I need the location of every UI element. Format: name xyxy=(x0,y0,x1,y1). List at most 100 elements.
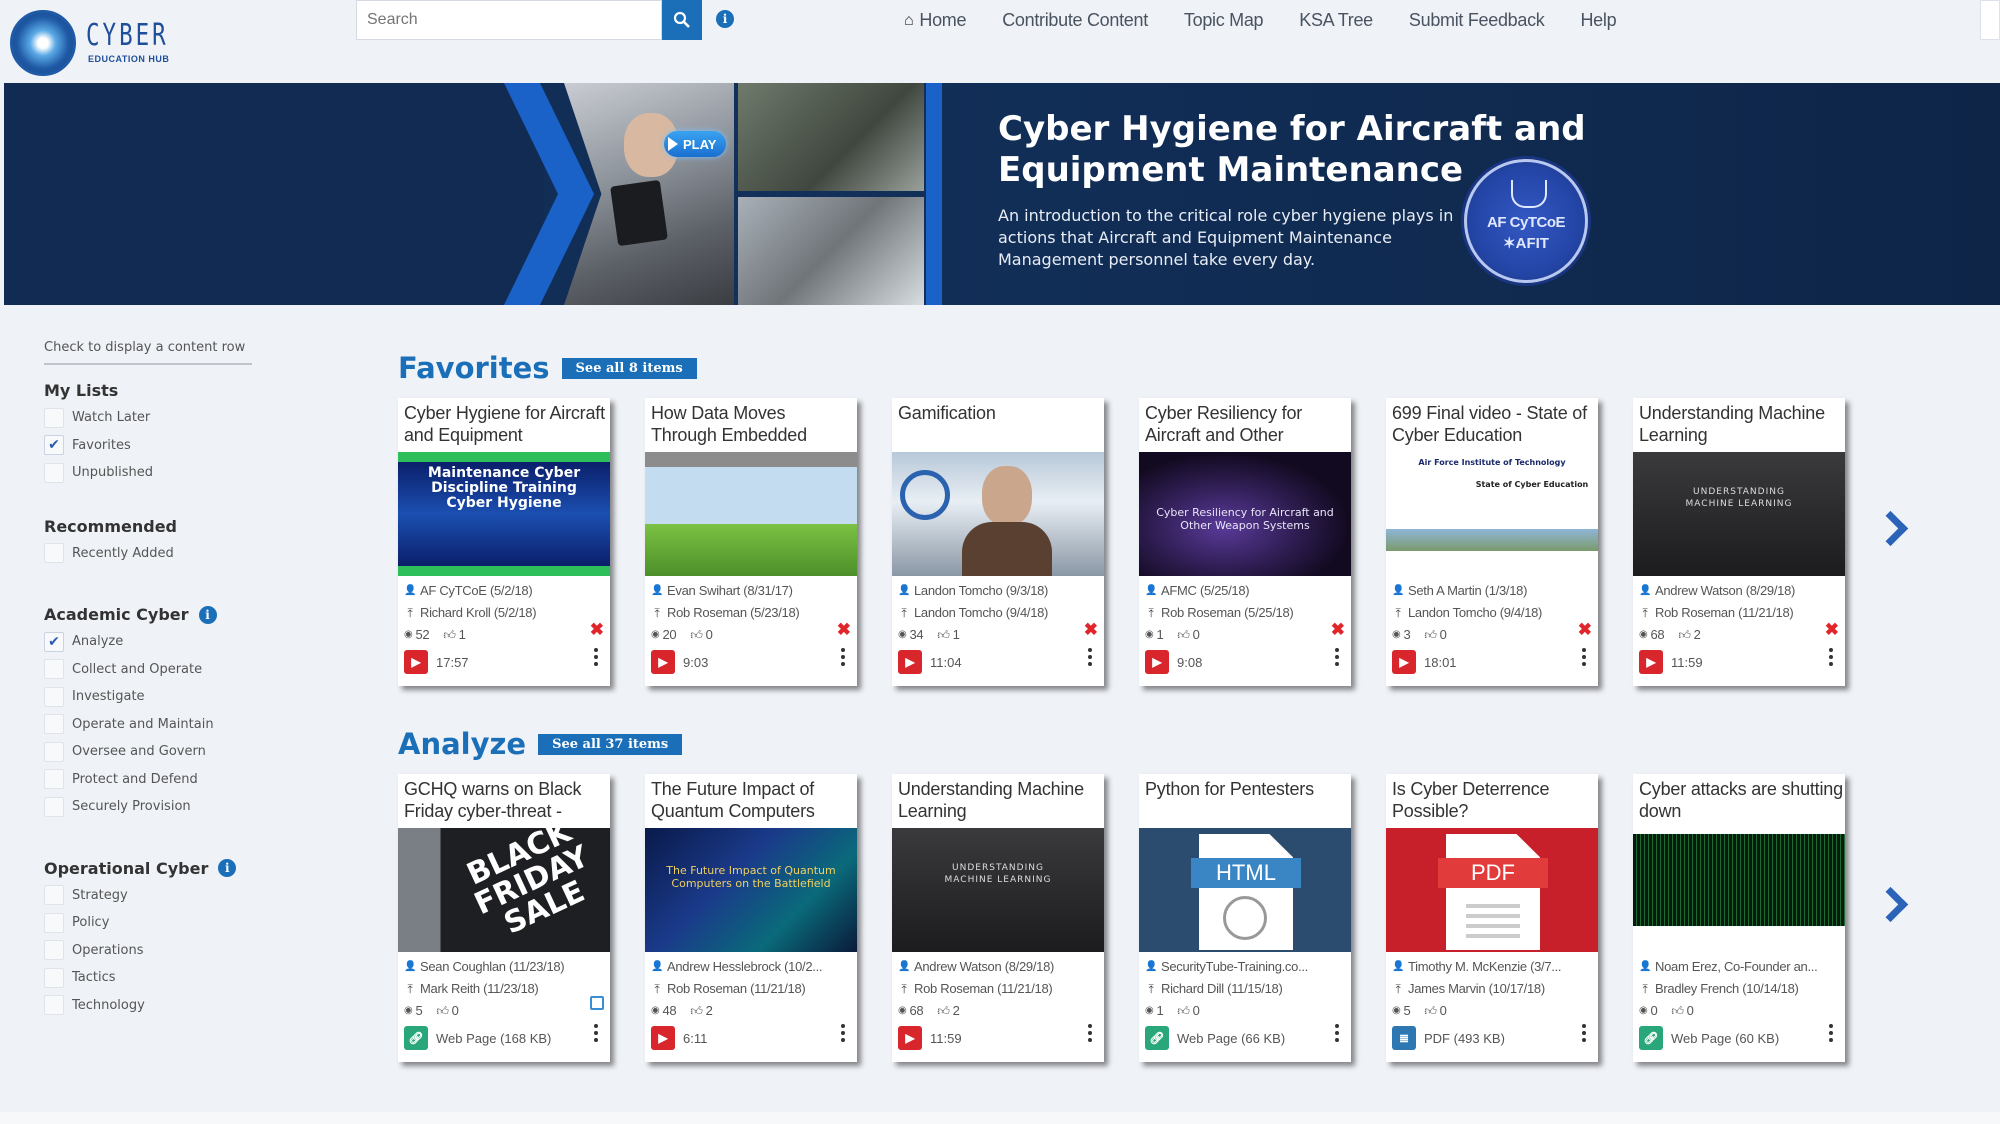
more-options-icon[interactable] xyxy=(841,648,845,666)
card-title[interactable]: Cyber Hygiene for Aircraft and Equipment xyxy=(404,402,608,446)
likes-stat[interactable]: 👍︎ 2 xyxy=(937,1000,959,1022)
more-options-icon[interactable] xyxy=(594,1024,598,1042)
checkbox-technology[interactable] xyxy=(44,995,64,1016)
checkbox-policy[interactable] xyxy=(44,912,64,933)
card-title[interactable]: GCHQ warns on Black Friday cyber-threat … xyxy=(404,778,608,822)
next-arrow-icon[interactable] xyxy=(1878,886,1904,926)
search-button[interactable] xyxy=(662,0,702,40)
content-card[interactable]: 699 Final video - State of Cyber Educati… xyxy=(1386,398,1598,686)
checkbox-oversee-and-govern[interactable] xyxy=(44,741,64,762)
likes-stat[interactable]: 👍︎ 2 xyxy=(690,1000,712,1022)
card-title[interactable]: Cyber attacks are shutting down xyxy=(1639,778,1843,822)
filter-strategy[interactable]: Strategy xyxy=(44,882,264,910)
filter-securely-provision[interactable]: Securely Provision xyxy=(44,793,264,821)
checkbox-protect-and-defend[interactable] xyxy=(44,769,64,790)
likes-stat[interactable]: 👍︎ 1 xyxy=(443,624,465,646)
card-title[interactable]: Cyber Resiliency for Aircraft and Other xyxy=(1145,402,1349,446)
content-card[interactable]: Gamification 👤 Landon Tomcho (9/3/18) ⤒ Land… xyxy=(892,398,1104,686)
filter-unpublished[interactable]: Unpublished xyxy=(44,459,264,487)
nav-submit-feedback[interactable]: Submit Feedback xyxy=(1409,10,1545,31)
banner-play-button[interactable]: PLAY xyxy=(664,131,727,157)
checkbox-strategy[interactable] xyxy=(44,885,64,906)
checkbox-investigate[interactable] xyxy=(44,686,64,707)
more-options-icon[interactable] xyxy=(841,1024,845,1042)
checkbox-tactics[interactable] xyxy=(44,967,64,988)
checkbox-recently-added[interactable] xyxy=(44,543,64,564)
search-input[interactable] xyxy=(356,0,662,40)
next-arrow-icon[interactable] xyxy=(1878,510,1904,550)
filter-oversee-and-govern[interactable]: Oversee and Govern xyxy=(44,738,264,766)
more-options-icon[interactable] xyxy=(1582,1024,1586,1042)
checkbox-operations[interactable] xyxy=(44,940,64,961)
likes-stat[interactable]: 👍︎ 0 xyxy=(436,1000,458,1022)
likes-stat[interactable]: 👍︎ 0 xyxy=(1177,624,1199,646)
see-all-button[interactable]: See all 37 items xyxy=(538,733,683,755)
see-all-button[interactable]: See all 8 items xyxy=(561,357,697,379)
featured-banner[interactable]: PLAY Cyber Hygiene for Aircraft and Equi… xyxy=(4,83,2000,305)
checkbox-analyze[interactable]: ✔ xyxy=(44,631,64,652)
edit-icon[interactable] xyxy=(590,996,604,1010)
remove-favorite-icon[interactable]: ✖ xyxy=(837,620,851,640)
content-card[interactable]: Is Cyber Deterrence Possible? PDF 👤 Timothy… xyxy=(1386,774,1598,1062)
likes-stat[interactable]: 👍︎ 1 xyxy=(937,624,959,646)
content-card[interactable]: Python for Pentesters HTML 👤 SecurityTube-T… xyxy=(1139,774,1351,1062)
likes-stat[interactable]: 👍︎ 0 xyxy=(1671,1000,1693,1022)
nav-help[interactable]: Help xyxy=(1580,10,1616,31)
filter-favorites[interactable]: ✔ Favorites xyxy=(44,432,264,460)
content-card[interactable]: GCHQ warns on Black Friday cyber-threat … xyxy=(398,774,610,1062)
filter-watch-later[interactable]: Watch Later xyxy=(44,404,264,432)
more-options-icon[interactable] xyxy=(1335,648,1339,666)
checkbox-securely-provision[interactable] xyxy=(44,796,64,817)
likes-stat[interactable]: 👍︎ 0 xyxy=(690,624,712,646)
user-menu-edge[interactable] xyxy=(1980,0,2000,40)
more-options-icon[interactable] xyxy=(1829,1024,1833,1042)
info-icon[interactable]: i xyxy=(218,859,237,877)
more-options-icon[interactable] xyxy=(1335,1024,1339,1042)
content-card[interactable]: Cyber attacks are shutting down 👤 Noam Ere… xyxy=(1633,774,1845,1062)
card-title[interactable]: Understanding Machine Learning xyxy=(898,778,1102,822)
content-card[interactable]: Understanding Machine Learning UNDERSTAND… xyxy=(892,774,1104,1062)
nav-ksa-tree[interactable]: KSA Tree xyxy=(1299,10,1373,31)
more-options-icon[interactable] xyxy=(1582,648,1586,666)
filter-policy[interactable]: Policy xyxy=(44,909,264,937)
more-options-icon[interactable] xyxy=(594,648,598,666)
filter-recently-added[interactable]: Recently Added xyxy=(44,540,264,568)
content-card[interactable]: How Data Moves Through Embedded 👤 Evan Swi… xyxy=(645,398,857,686)
remove-favorite-icon[interactable]: ✖ xyxy=(1825,620,1839,640)
card-title[interactable]: The Future Impact of Quantum Computers xyxy=(651,778,855,822)
card-title[interactable]: How Data Moves Through Embedded xyxy=(651,402,855,446)
filter-collect-and-operate[interactable]: Collect and Operate xyxy=(44,656,264,684)
content-card[interactable]: Cyber Hygiene for Aircraft and Equipment… xyxy=(398,398,610,686)
checkbox-collect-and-operate[interactable] xyxy=(44,659,64,680)
content-card[interactable]: Cyber Resiliency for Aircraft and Other C… xyxy=(1139,398,1351,686)
remove-favorite-icon[interactable]: ✖ xyxy=(1578,620,1592,640)
more-options-icon[interactable] xyxy=(1088,1024,1092,1042)
remove-favorite-icon[interactable]: ✖ xyxy=(1331,620,1345,640)
nav-topic-map[interactable]: Topic Map xyxy=(1184,10,1264,31)
nav-home[interactable]: ⌂ Home xyxy=(904,10,967,31)
filter-protect-and-defend[interactable]: Protect and Defend xyxy=(44,766,264,794)
likes-stat[interactable]: 👍︎ 0 xyxy=(1177,1000,1199,1022)
card-title[interactable]: Gamification xyxy=(898,402,1102,424)
content-card[interactable]: Understanding Machine Learning UNDERSTAND… xyxy=(1633,398,1845,686)
filter-technology[interactable]: Technology xyxy=(44,992,264,1020)
more-options-icon[interactable] xyxy=(1088,648,1092,666)
likes-stat[interactable]: 👍︎ 0 xyxy=(1424,1000,1446,1022)
card-title[interactable]: Is Cyber Deterrence Possible? xyxy=(1392,778,1596,822)
checkbox-operate-and-maintain[interactable] xyxy=(44,714,64,735)
likes-stat[interactable]: 👍︎ 0 xyxy=(1424,624,1446,646)
checkbox-favorites[interactable]: ✔ xyxy=(44,435,64,456)
card-title[interactable]: 699 Final video - State of Cyber Educati… xyxy=(1392,402,1596,446)
card-title[interactable]: Python for Pentesters xyxy=(1145,778,1349,800)
search-info-icon[interactable]: i xyxy=(716,10,734,28)
cyber-education-hub-logo[interactable]: CYBER EDUCATION HUB xyxy=(4,4,174,80)
checkbox-unpublished[interactable] xyxy=(44,462,64,483)
info-icon[interactable]: i xyxy=(198,605,217,624)
remove-favorite-icon[interactable]: ✖ xyxy=(590,620,604,640)
filter-tactics[interactable]: Tactics xyxy=(44,964,264,992)
likes-stat[interactable]: 👍︎ 2 xyxy=(1678,624,1700,646)
more-options-icon[interactable] xyxy=(1829,648,1833,666)
filter-analyze[interactable]: ✔ Analyze xyxy=(44,628,264,656)
checkbox-watch-later[interactable] xyxy=(44,407,64,428)
content-card[interactable]: The Future Impact of Quantum Computers Th… xyxy=(645,774,857,1062)
